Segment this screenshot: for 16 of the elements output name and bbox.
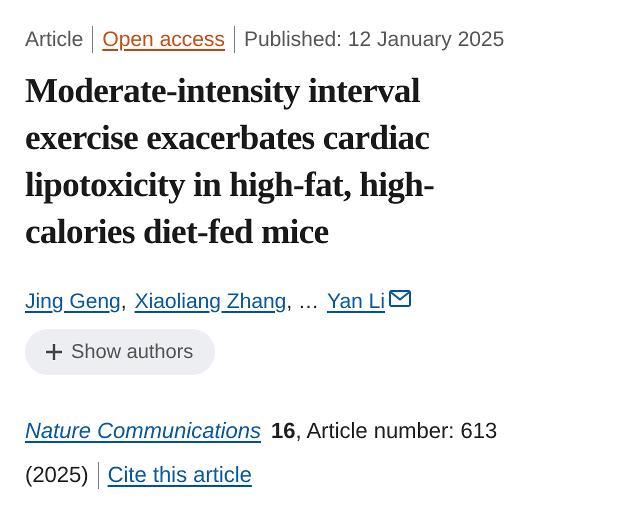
meta-text: Article	[25, 28, 84, 52]
author-separator: , …	[286, 289, 320, 315]
journal-link[interactable]: Nature Communications	[25, 409, 261, 453]
author-link[interactable]: Jing Geng	[25, 289, 121, 315]
author-link[interactable]: Yan Li	[327, 289, 412, 315]
cite-link[interactable]: Cite this article	[108, 453, 252, 497]
open-access-link[interactable]: Open access	[102, 28, 225, 52]
mail-icon	[389, 290, 412, 306]
author-link[interactable]: Xiaoliang Zhang	[134, 289, 286, 315]
article-number: 16, Article number: 613	[270, 417, 498, 445]
author-separator: ,	[120, 289, 127, 315]
meta-text: Published: 12 January 2025	[244, 28, 504, 52]
show-authors-button[interactable]: Show authors	[25, 329, 216, 375]
plus-icon	[45, 343, 63, 361]
year-text: (2025)	[25, 461, 89, 489]
article-title: Moderate-intensity interval exercise exacerbates cardiac lipotoxicity in high-fat, high-calories diet-fed mice	[25, 70, 436, 253]
